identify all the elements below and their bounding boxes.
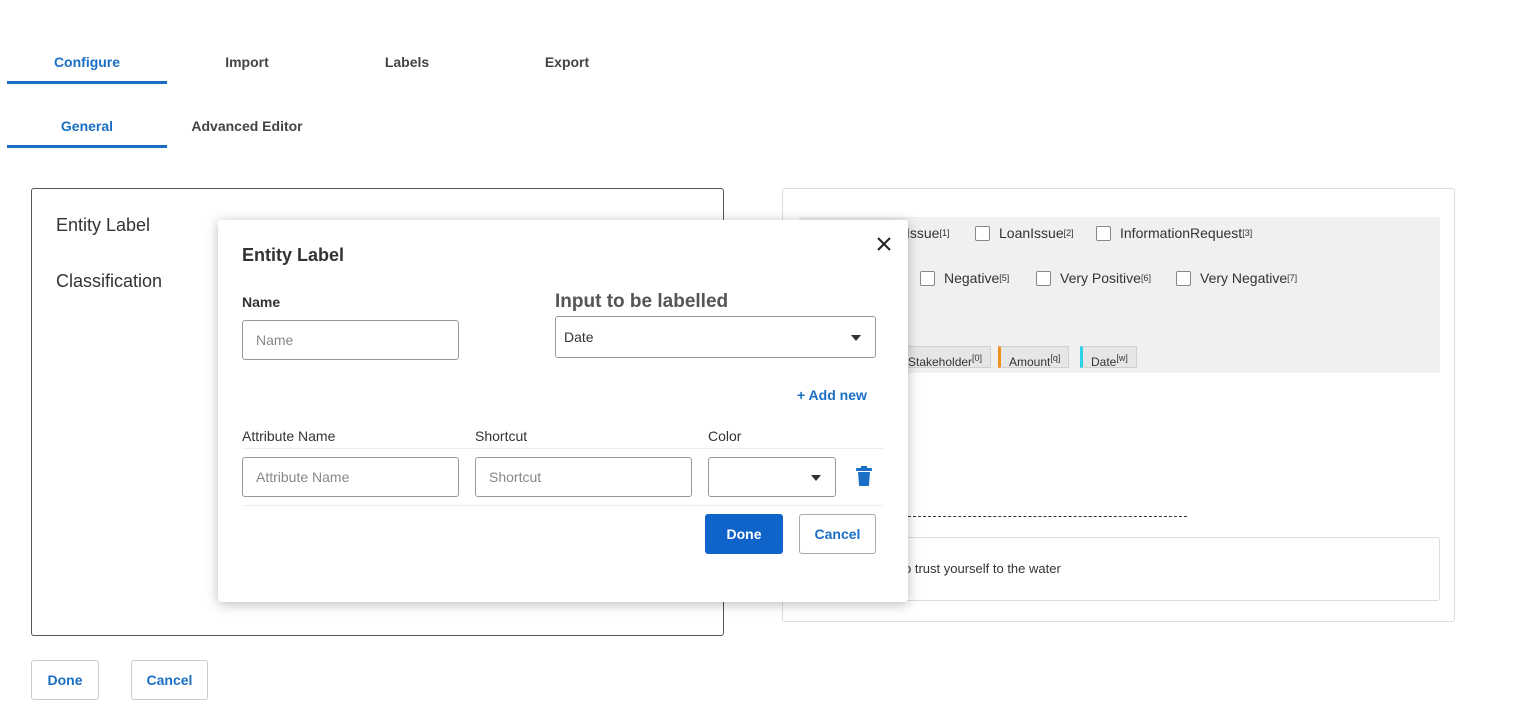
choice-loanissue[interactable]: LoanIssue [2] bbox=[975, 225, 1074, 241]
choice-very-negative[interactable]: Very Negative [7] bbox=[1176, 270, 1297, 286]
chevron-down-icon bbox=[851, 335, 861, 341]
choice-key: [2] bbox=[1063, 228, 1074, 238]
checkbox[interactable] bbox=[1096, 225, 1111, 241]
choice-issue[interactable]: Issue [1] bbox=[906, 225, 949, 241]
label-chip-date[interactable]: Date[w] bbox=[1080, 346, 1137, 369]
name-input[interactable] bbox=[242, 320, 459, 360]
done-button[interactable]: Done bbox=[31, 660, 99, 700]
subtab-general[interactable]: General bbox=[7, 106, 167, 148]
label-chip-stakeholder[interactable]: Stakeholder[0] bbox=[899, 346, 992, 369]
color-select[interactable] bbox=[708, 457, 836, 497]
input-to-label-label: Input to be labelled bbox=[555, 291, 729, 312]
shortcut-input[interactable] bbox=[475, 457, 692, 497]
checkbox[interactable] bbox=[1036, 270, 1051, 286]
chip-key: [w] bbox=[1116, 353, 1128, 363]
row-classification[interactable]: Classification bbox=[56, 271, 162, 292]
chevron-down-icon bbox=[811, 475, 821, 481]
modal-title: Entity Label bbox=[242, 245, 345, 265]
checkbox[interactable] bbox=[1176, 270, 1191, 286]
dashed-divider bbox=[903, 516, 1187, 517]
tab-export[interactable]: Export bbox=[487, 42, 647, 82]
close-icon[interactable] bbox=[874, 234, 894, 254]
choice-key: [3] bbox=[1242, 228, 1253, 238]
attribute-name-label: Attribute Name bbox=[242, 428, 336, 444]
tab-configure[interactable]: Configure bbox=[7, 42, 167, 84]
attribute-name-input[interactable] bbox=[242, 457, 459, 497]
choice-key: [1] bbox=[939, 228, 950, 238]
choice-label: Very Positive bbox=[1060, 270, 1141, 286]
choice-label: InformationRequest bbox=[1120, 225, 1243, 241]
name-label: Name bbox=[242, 294, 281, 310]
choice-key: [6] bbox=[1140, 273, 1151, 283]
select-value: Date bbox=[564, 329, 594, 345]
tab-import[interactable]: Import bbox=[167, 42, 327, 82]
chip-label: Date bbox=[1091, 355, 1117, 369]
add-new-button[interactable]: + Add new bbox=[797, 387, 867, 403]
tab-labels[interactable]: Labels bbox=[327, 42, 487, 82]
row-divider bbox=[242, 448, 884, 449]
choice-negative[interactable]: Negative [5] bbox=[920, 270, 1009, 286]
entity-label-modal: Entity Label Name Input to be labelled D… bbox=[218, 220, 908, 602]
choice-key: [7] bbox=[1287, 273, 1298, 283]
row-entity-label[interactable]: Entity Label bbox=[56, 215, 150, 236]
chip-key: [0] bbox=[972, 353, 983, 363]
choice-very-positive[interactable]: Very Positive [6] bbox=[1036, 270, 1151, 286]
choice-informationrequest[interactable]: InformationRequest [3] bbox=[1096, 225, 1252, 241]
shortcut-label: Shortcut bbox=[475, 428, 528, 444]
cancel-button[interactable]: Cancel bbox=[131, 660, 208, 700]
choice-label: Issue bbox=[906, 225, 940, 241]
trash-icon[interactable] bbox=[855, 466, 873, 486]
checkbox[interactable] bbox=[920, 270, 935, 286]
color-label: Color bbox=[708, 428, 742, 444]
chip-label: Amount bbox=[1009, 355, 1051, 369]
checkbox[interactable] bbox=[975, 225, 990, 241]
choice-label: LoanIssue bbox=[999, 225, 1064, 241]
modal-done-button[interactable]: Done bbox=[705, 514, 783, 554]
chip-key: [q] bbox=[1050, 353, 1061, 363]
choice-label: Negative bbox=[944, 270, 1000, 286]
chip-label: Stakeholder bbox=[908, 355, 973, 369]
modal-cancel-button[interactable]: Cancel bbox=[799, 514, 876, 554]
row-divider bbox=[242, 505, 884, 506]
subtab-advanced-editor[interactable]: Advanced Editor bbox=[167, 106, 327, 146]
choice-key: [5] bbox=[999, 273, 1010, 283]
label-chip-amount[interactable]: Amount[q] bbox=[998, 346, 1070, 369]
choice-label: Very Negative bbox=[1200, 270, 1288, 286]
input-select[interactable]: Date bbox=[555, 316, 876, 358]
